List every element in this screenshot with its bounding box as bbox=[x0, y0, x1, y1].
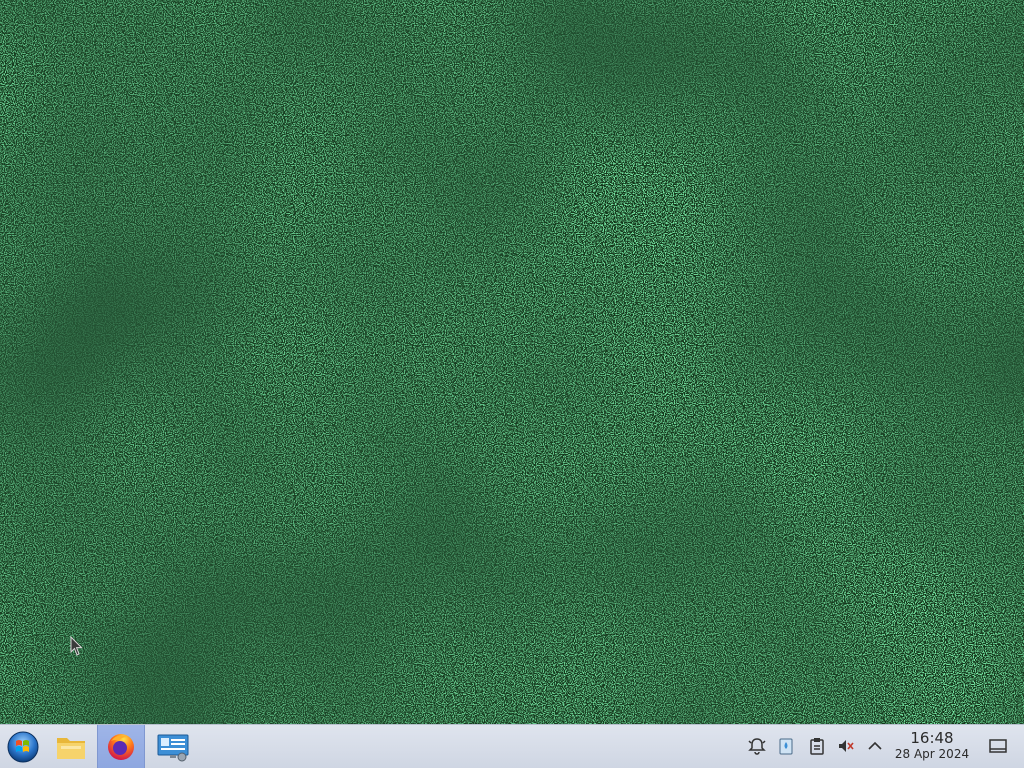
notifications-button[interactable] bbox=[746, 735, 768, 757]
clipboard-icon bbox=[810, 738, 824, 755]
file-manager-button[interactable] bbox=[48, 725, 94, 768]
clipboard-drop-button[interactable] bbox=[775, 735, 797, 757]
taskbar: 16:48 28 Apr 2024 bbox=[0, 724, 1024, 768]
file-manager-folder-icon bbox=[57, 737, 85, 759]
clipboard-button[interactable] bbox=[806, 735, 828, 757]
clock-time: 16:48 bbox=[910, 729, 954, 747]
mouse-cursor-icon bbox=[70, 636, 83, 656]
clipboard-drop-icon bbox=[779, 738, 793, 755]
volume-button[interactable] bbox=[835, 735, 857, 757]
system-settings-icon bbox=[157, 734, 189, 761]
show-hidden-icons-button[interactable] bbox=[864, 735, 886, 757]
system-settings-button[interactable] bbox=[150, 725, 196, 768]
show-desktop-icon bbox=[989, 739, 1007, 753]
digital-clock[interactable]: 16:48 28 Apr 2024 bbox=[888, 729, 976, 761]
wallpaper-pattern bbox=[0, 0, 1024, 724]
notification-bell-icon bbox=[748, 738, 766, 755]
start-menu-orb-icon bbox=[7, 731, 39, 762]
desktop-wallpaper[interactable] bbox=[0, 0, 1024, 724]
firefox-icon bbox=[108, 733, 134, 760]
show-desktop-button[interactable] bbox=[987, 735, 1009, 757]
show-hidden-arrow-icon bbox=[868, 741, 882, 750]
volume-muted-icon bbox=[839, 740, 854, 752]
clock-date: 28 Apr 2024 bbox=[894, 747, 970, 761]
start-menu-button[interactable] bbox=[0, 725, 46, 768]
firefox-button[interactable] bbox=[97, 725, 145, 768]
